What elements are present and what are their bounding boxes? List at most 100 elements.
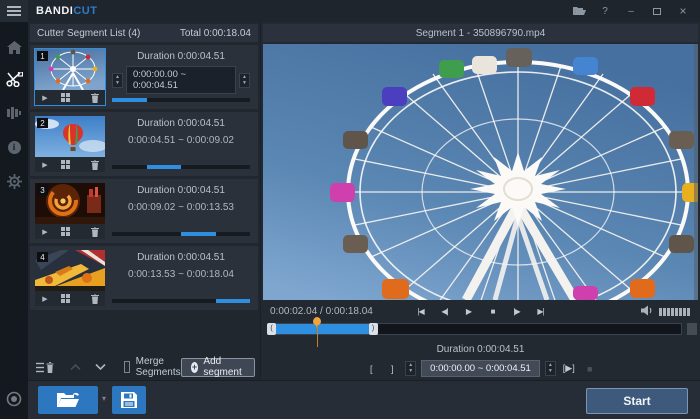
help-button[interactable]: ?: [594, 3, 616, 19]
segment-duration: Duration 0:00:04.51: [112, 252, 250, 263]
segment-position-bar: [112, 165, 250, 169]
play-button[interactable]: ▶: [460, 305, 478, 319]
segment-trash-icon[interactable]: [87, 291, 103, 306]
speaker-icon[interactable]: [641, 303, 654, 321]
segment-trash-icon[interactable]: [87, 90, 103, 105]
video-preview[interactable]: [263, 44, 698, 300]
segment-grid-icon[interactable]: [57, 90, 73, 105]
segment-item-1[interactable]: 1 ▶ Duration 0:00:04.51 ▲▼ 0:00:00.00 ~ …: [30, 45, 258, 109]
transport-bar: 0:00:02.04 / 0:00:18.04 |◀ ◀| ▶ ■ |▶ ▶|: [263, 303, 698, 320]
segment-grid-icon[interactable]: [57, 157, 73, 172]
start-button[interactable]: Start: [586, 388, 688, 414]
set-end-bracket-button[interactable]: ]: [384, 361, 400, 377]
merge-segments-label: Merge Segments: [136, 356, 181, 378]
minimize-button[interactable]: –: [620, 3, 642, 19]
nav-sidebar: i: [0, 0, 28, 419]
selection-start-handle[interactable]: (: [267, 323, 276, 335]
segment-thumbnail-block[interactable]: 3 ▶: [35, 183, 105, 239]
segment-range-input[interactable]: 0:00:00.00 ~ 0:00:04.51: [126, 66, 236, 94]
merge-segments-checkbox[interactable]: [124, 361, 130, 373]
range-controls: [ ] ▲▼ 0:00:00.00 ~ 0:00:04.51 ▲▼ [▶] ■: [261, 360, 700, 377]
add-segment-button[interactable]: + Add segment: [181, 358, 255, 377]
segment-grid-icon[interactable]: [57, 224, 73, 239]
open-file-button[interactable]: [38, 386, 98, 414]
open-file-icon[interactable]: [568, 3, 590, 19]
app-logo: BANDICUT: [36, 5, 97, 17]
stop-button[interactable]: ■: [484, 305, 502, 319]
segment-grid-icon[interactable]: [57, 291, 73, 306]
segment-trash-icon[interactable]: [87, 157, 103, 172]
set-start-bracket-button[interactable]: [: [363, 361, 379, 377]
timeline-selection[interactable]: [271, 324, 374, 334]
play-selection-button[interactable]: [▶]: [561, 361, 577, 377]
logo-bandi: BANDI: [36, 5, 73, 17]
join-tool-icon[interactable]: [0, 98, 28, 128]
segment-item-4[interactable]: 4 ▶ Duration 0:00:04.51 0:00:13.53 ~ 0:0…: [30, 246, 258, 310]
logo-cut: CUT: [73, 5, 97, 17]
segment-play-icon[interactable]: ▶: [37, 224, 53, 239]
range-spinner-left[interactable]: ▲▼: [112, 73, 123, 88]
title-bar: BANDICUT ? – ×: [28, 0, 700, 22]
segment-list-title: Cutter Segment List (4): [37, 28, 140, 39]
next-frame-button[interactable]: |▶: [508, 305, 526, 319]
segment-trash-icon[interactable]: [87, 224, 103, 239]
segment-index-badge: 1: [37, 51, 48, 61]
segment-item-2[interactable]: 2 ▶ Duration 0:00:04.51 0:00:04.51 ~ 0:0…: [30, 112, 258, 176]
save-project-button[interactable]: [112, 386, 146, 414]
segment-index-badge: 3: [37, 185, 48, 195]
open-dropdown-icon[interactable]: ▾: [102, 394, 106, 403]
segment-play-icon[interactable]: ▶: [37, 157, 53, 172]
segment-thumbnail-block[interactable]: 1 ▶: [35, 49, 105, 105]
segment-index-badge: 2: [37, 118, 48, 128]
segment-list-total: Total 0:00:18.04: [180, 28, 251, 39]
timeline-end-handle[interactable]: [687, 323, 697, 335]
volume-slider[interactable]: [659, 308, 690, 316]
segment-item-3[interactable]: 3 ▶ Duration 0:00:04.51 0:00:09.02 ~ 0:0…: [30, 179, 258, 243]
move-down-icon[interactable]: [95, 364, 106, 370]
bandicut-window: BANDICUT ? – × i: [0, 0, 700, 419]
menu-icon[interactable]: [0, 0, 28, 22]
timeline-track[interactable]: ( ): [270, 323, 682, 335]
bottom-bar: ▾ Start: [28, 380, 700, 419]
selection-duration-label: Duration 0:00:04.51: [261, 344, 700, 355]
segment-list-panel: Cutter Segment List (4) Total 0:00:18.04…: [28, 22, 260, 380]
info-icon[interactable]: i: [0, 132, 28, 162]
settings-gear-icon[interactable]: [0, 166, 28, 196]
previous-frame-button[interactable]: ◀|: [436, 305, 454, 319]
range-time-input[interactable]: 0:00:00.00 ~ 0:00:04.51: [421, 360, 540, 377]
segment-play-icon[interactable]: ▶: [37, 291, 53, 306]
add-segment-label: Add segment: [203, 356, 245, 378]
preview-scrollbar[interactable]: [694, 44, 698, 300]
move-up-icon[interactable]: [70, 364, 81, 370]
range-spinner-right[interactable]: ▲▼: [545, 361, 556, 376]
segment-play-icon[interactable]: ▶: [37, 90, 53, 105]
segment-list-toolbar: Merge Segments + Add segment: [30, 356, 258, 378]
segment-duration: Duration 0:00:04.51: [112, 51, 250, 62]
stop-selection-button[interactable]: ■: [582, 361, 598, 377]
close-button[interactable]: ×: [672, 3, 694, 19]
selection-end-handle[interactable]: ): [369, 323, 378, 335]
range-spinner-left[interactable]: ▲▼: [405, 361, 416, 376]
segment-duration: Duration 0:00:04.51: [112, 118, 250, 129]
segment-range: 0:00:04.51 ~ 0:00:09.02: [112, 135, 250, 146]
segment-position-bar: [112, 232, 250, 236]
range-spinner-right[interactable]: ▲▼: [239, 73, 250, 88]
playback-position: 0:00:02.04 / 0:00:18.04: [270, 306, 373, 317]
segment-list-header: Cutter Segment List (4) Total 0:00:18.04: [30, 24, 258, 42]
segment-position-bar: [112, 98, 250, 102]
delete-all-segments-icon[interactable]: [36, 362, 54, 373]
bandicam-target-icon[interactable]: [0, 391, 28, 407]
segment-index-badge: 4: [37, 252, 48, 262]
home-icon[interactable]: [0, 32, 28, 62]
segment-thumbnail-block[interactable]: 4 ▶: [35, 250, 105, 306]
player-panel: Segment 1 - 350896790.mp4: [261, 22, 700, 380]
maximize-button[interactable]: [646, 3, 668, 19]
segment-range: 0:00:09.02 ~ 0:00:13.53: [112, 202, 250, 213]
player-title: Segment 1 - 350896790.mp4: [263, 24, 698, 42]
cut-tool-icon[interactable]: [0, 64, 28, 94]
segment-thumbnail-block[interactable]: 2 ▶: [35, 116, 105, 172]
segment-duration: Duration 0:00:04.51: [112, 185, 250, 196]
next-segment-button[interactable]: ▶|: [532, 305, 550, 319]
previous-segment-button[interactable]: |◀: [412, 305, 430, 319]
plus-icon: +: [191, 362, 199, 373]
